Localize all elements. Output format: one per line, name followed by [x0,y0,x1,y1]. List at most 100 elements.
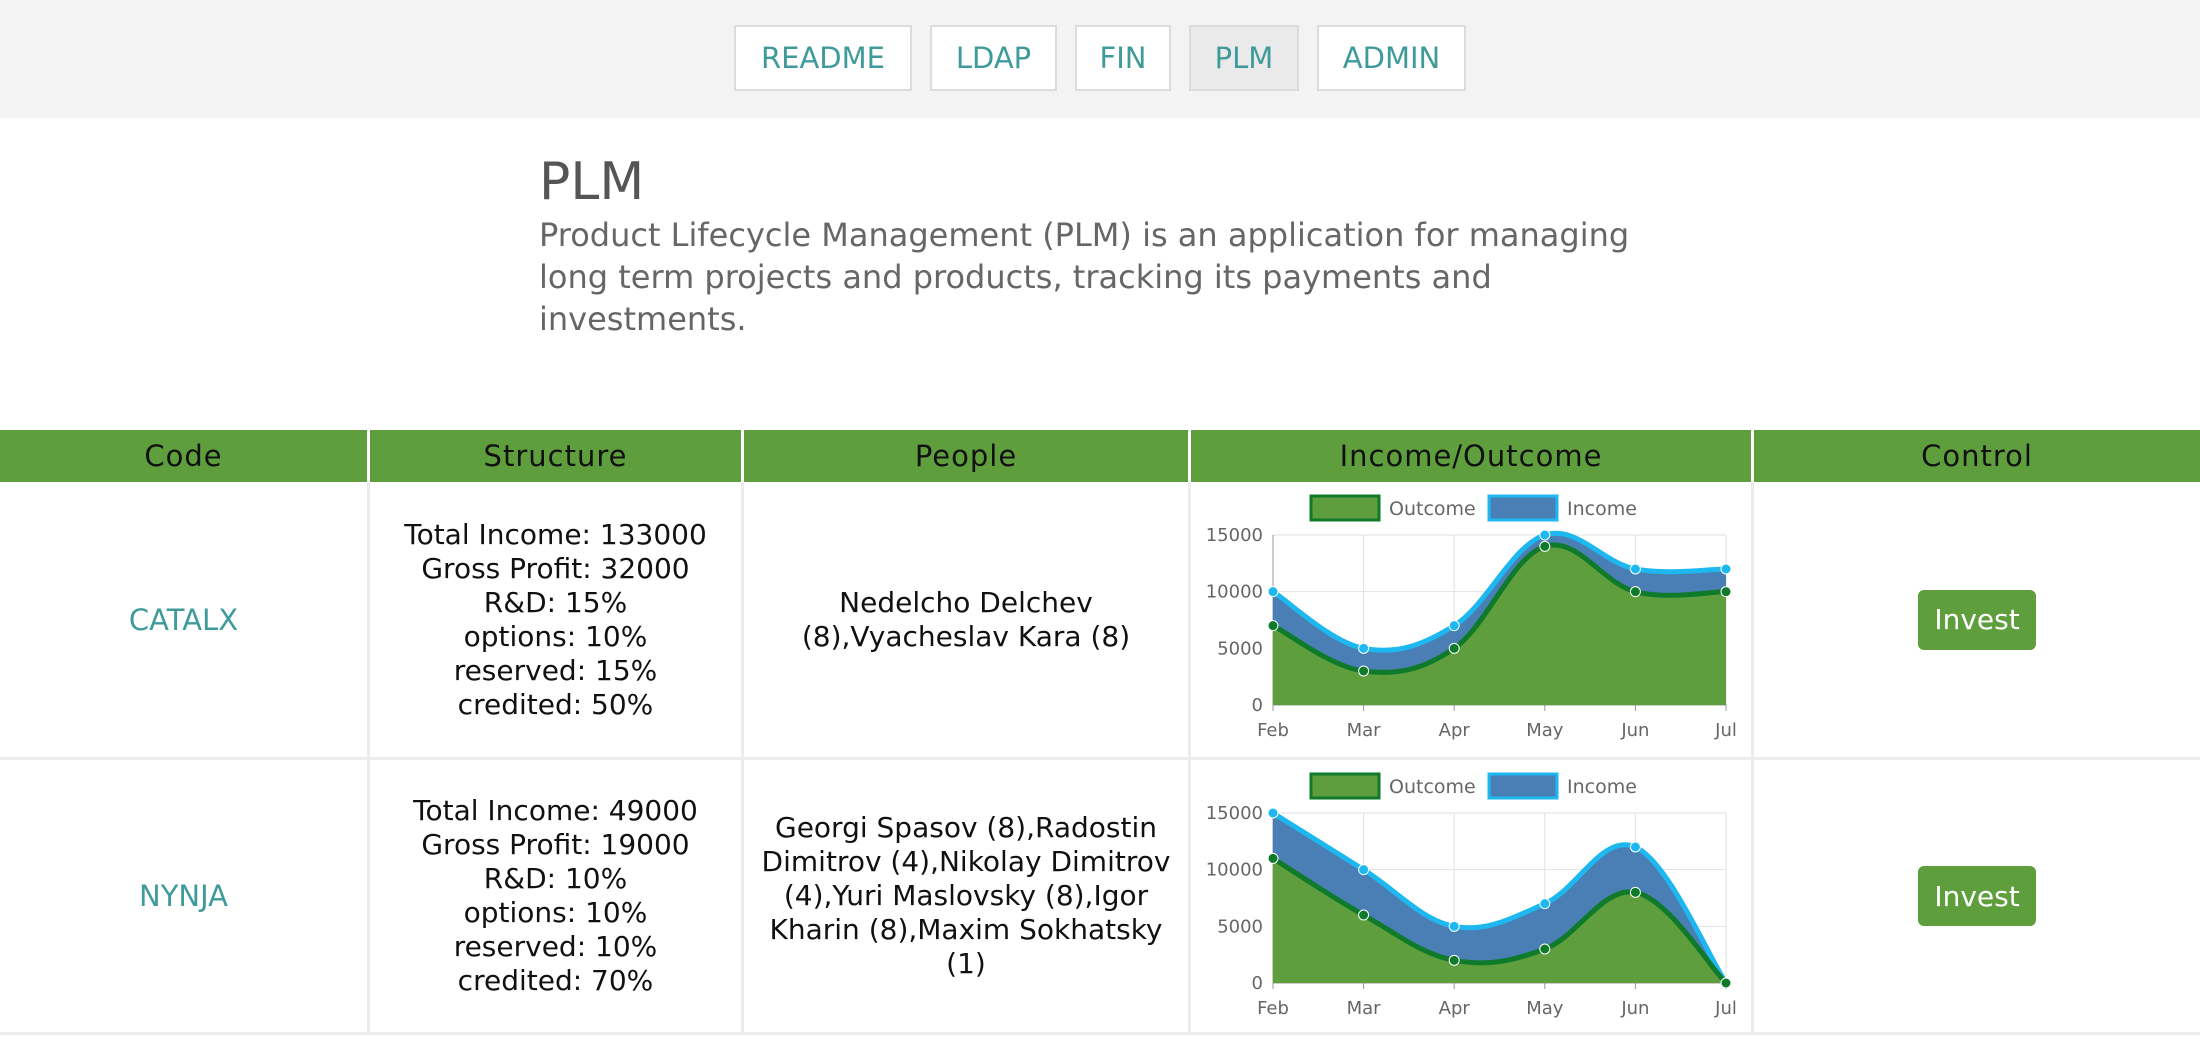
legend-swatch-income [1487,494,1559,522]
data-point-income [1267,807,1279,819]
y-tick-label: 15000 [1206,803,1263,824]
projects-table: Code Structure People Income/Outcome Con… [0,430,2200,1035]
legend-swatch-income [1487,772,1559,800]
y-tick-label: 15000 [1206,525,1263,546]
control-cell: Invest [1754,760,2200,1032]
data-point-outcome [1539,540,1551,552]
legend-label-income: Income [1567,498,1637,520]
chart-cell: 0 5000 10000 15000 Feb Mar Apr May Jun Jul Outcome… [1191,760,1754,1032]
data-point-outcome [1720,586,1732,598]
x-tick-label: May [1526,720,1564,741]
nav-menu: README LDAP FIN PLM ADMIN [734,25,1466,91]
nav-admin-button[interactable]: ADMIN [1317,25,1466,91]
nav-ldap-button[interactable]: LDAP [930,25,1057,91]
nav-fin-button[interactable]: FIN [1075,25,1171,91]
structure-reserved: reserved: 10% [453,930,658,963]
legend-label-income: Income [1567,776,1637,798]
page-title: PLM [539,152,645,212]
y-tick-label: 0 [1252,695,1263,716]
data-point-outcome [1267,620,1279,632]
structure-cell: Total Income: 49000 Gross Profit: 19000 … [370,760,744,1032]
data-point-income [1629,563,1641,575]
table-row: NYNJA Total Income: 49000 Gross Profit: … [0,760,2200,1035]
structure-total-income: Total Income: 49000 [413,794,698,827]
table-header-row: Code Structure People Income/Outcome Con… [0,430,2200,482]
column-header-people: People [744,430,1191,482]
x-tick-label: Jul [1714,998,1737,1019]
structure-rnd: R&D: 10% [483,862,628,895]
data-point-income [1539,898,1551,910]
invest-button[interactable]: Invest [1918,589,2036,650]
people-list: Georgi Spasov (8),Radostin Dimitrov (4),… [761,811,1171,980]
series-area-outcome [1273,544,1726,705]
data-point-outcome [1629,586,1641,598]
table-row: CATALX Total Income: 133000 Gross Profit… [0,482,2200,760]
data-point-income [1267,586,1279,598]
structure-options: options: 10% [463,619,648,653]
control-cell: Invest [1754,482,2200,757]
structure-total-income: Total Income: 133000 [404,517,707,551]
code-cell: CATALX [0,482,370,757]
structure-options: options: 10% [463,896,648,929]
code-cell: NYNJA [0,760,370,1032]
data-point-outcome [1539,943,1551,955]
project-code-link[interactable]: NYNJA [139,879,228,913]
data-point-outcome [1448,642,1460,654]
structure-cell: Total Income: 133000 Gross Profit: 32000… [370,482,744,757]
x-tick-label: May [1526,998,1564,1019]
data-point-outcome [1358,909,1370,921]
top-navigation-bar: README LDAP FIN PLM ADMIN [0,0,2200,118]
data-point-income [1358,864,1370,876]
x-tick-label: Apr [1439,720,1471,741]
structure-rnd: R&D: 15% [483,585,628,619]
intro-section: PLM Product Lifecycle Management (PLM) i… [539,150,1689,340]
income-outcome-chart: 0 5000 10000 15000 Feb Mar Apr May Jun Jul Outcome… [1206,494,1737,741]
structure-gross-profit: Gross Profit: 19000 [421,828,690,861]
data-point-outcome [1358,665,1370,677]
data-point-outcome [1267,852,1279,864]
x-tick-label: Feb [1257,998,1289,1019]
x-tick-label: Mar [1347,998,1382,1019]
nav-plm-button[interactable]: PLM [1189,25,1299,91]
data-point-outcome [1629,886,1641,898]
data-point-income [1448,920,1460,932]
legend-label-outcome: Outcome [1389,498,1476,520]
y-tick-label: 0 [1252,973,1263,994]
legend-swatch-outcome [1309,772,1381,800]
data-point-income [1629,841,1641,853]
invest-button[interactable]: Invest [1918,866,2036,926]
x-tick-label: Feb [1257,720,1289,741]
project-code-link[interactable]: CATALX [129,603,238,637]
y-tick-label: 5000 [1217,638,1263,659]
page-description: Product Lifecycle Management (PLM) is an… [539,216,1630,338]
data-point-outcome [1448,954,1460,966]
structure-gross-profit: Gross Profit: 32000 [421,551,690,585]
x-tick-label: Apr [1439,998,1471,1019]
income-outcome-chart: 0 5000 10000 15000 Feb Mar Apr May Jun Jul Outcome… [1206,772,1737,1019]
legend-label-outcome: Outcome [1389,776,1476,798]
data-point-income [1720,563,1732,575]
people-cell: Georgi Spasov (8),Radostin Dimitrov (4),… [744,760,1191,1032]
column-header-income-outcome: Income/Outcome [1191,430,1754,482]
column-header-structure: Structure [370,430,744,482]
data-point-outcome [1720,977,1732,989]
y-tick-label: 10000 [1206,582,1263,603]
data-point-income [1539,529,1551,541]
legend-swatch-outcome [1309,494,1381,522]
x-tick-label: Jun [1620,720,1649,741]
data-point-income [1448,620,1460,632]
y-tick-label: 5000 [1217,916,1263,937]
structure-reserved: reserved: 15% [453,653,658,687]
column-header-code: Code [0,430,370,482]
nav-readme-button[interactable]: README [734,25,912,91]
chart-cell: 0 5000 10000 15000 Feb Mar Apr May Jun Jul Outcome… [1191,482,1754,757]
structure-credited: credited: 50% [457,687,654,721]
data-point-income [1358,642,1370,654]
people-list: Nedelcho Delchev (8),Vyacheslav Kara (8) [801,585,1131,653]
x-tick-label: Mar [1347,720,1382,741]
column-header-control: Control [1754,430,2200,482]
structure-credited: credited: 70% [457,964,654,997]
y-tick-label: 10000 [1206,860,1263,881]
people-cell: Nedelcho Delchev (8),Vyacheslav Kara (8) [744,482,1191,757]
x-tick-label: Jun [1620,998,1649,1019]
